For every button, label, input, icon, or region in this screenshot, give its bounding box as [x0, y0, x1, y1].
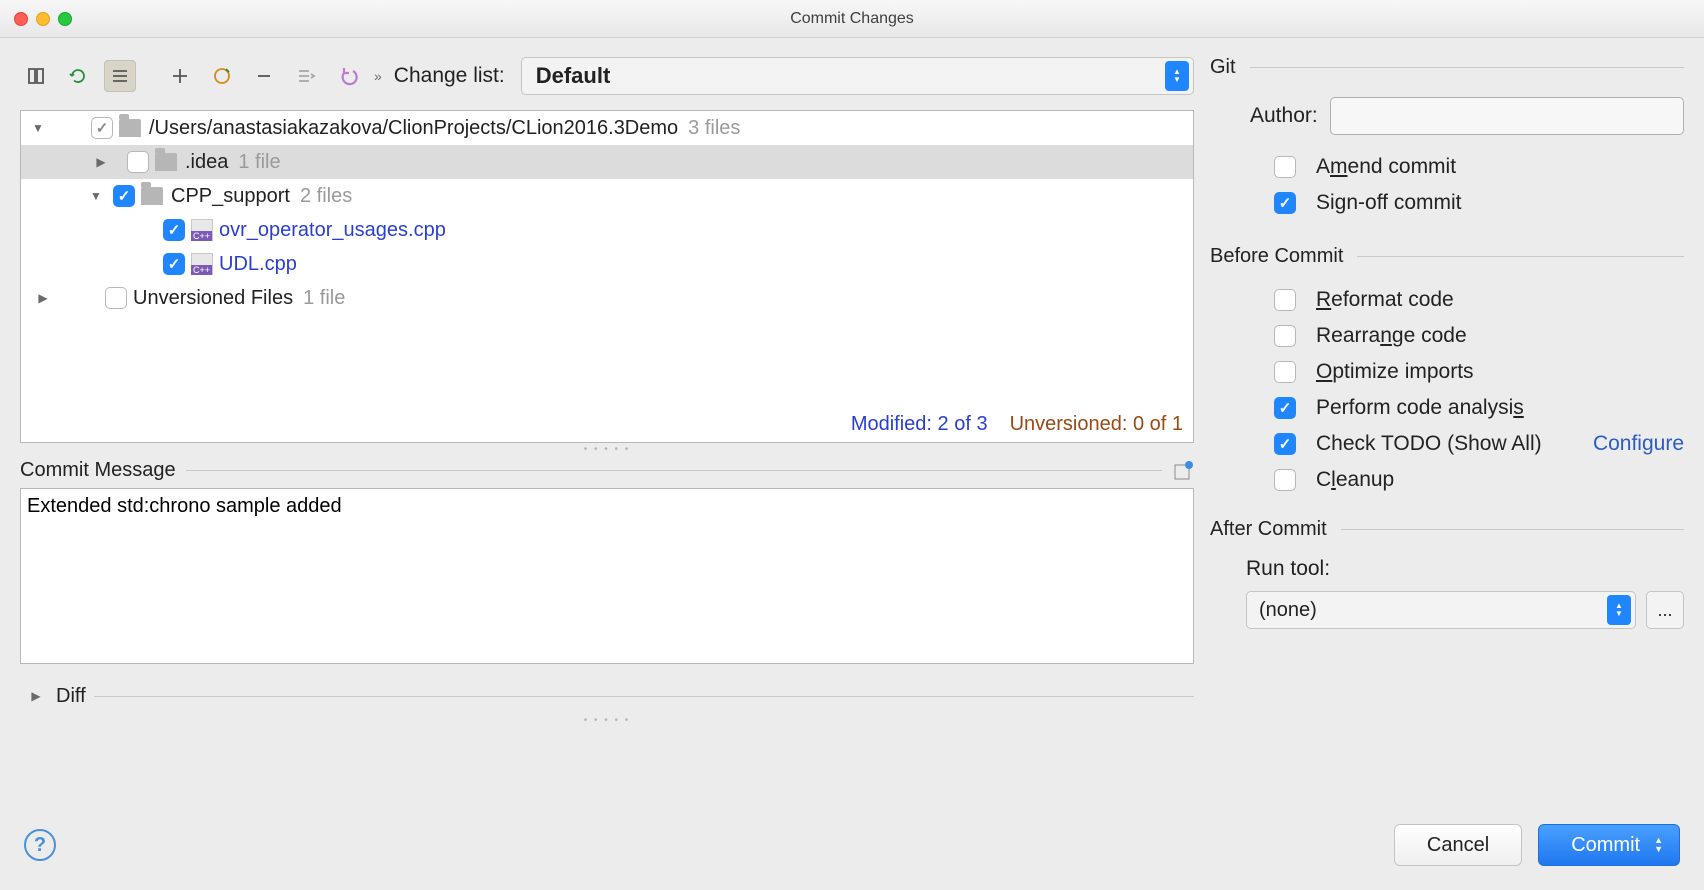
checkbox-signoff[interactable]: [1274, 192, 1296, 214]
window-title: Commit Changes: [0, 10, 1704, 28]
expand-toggle[interactable]: [27, 280, 63, 316]
stepper-icon: [1607, 595, 1631, 625]
signoff-commit-label: Sign-off commit: [1316, 191, 1462, 215]
titlebar: Commit Changes: [0, 0, 1704, 38]
folder-icon: [119, 119, 141, 137]
show-diff-icon[interactable]: [20, 60, 52, 92]
run-tool-value: (none): [1259, 599, 1317, 622]
checkbox-amend[interactable]: [1274, 156, 1296, 178]
git-section-title: Git: [1210, 56, 1236, 79]
rearrange-label: Rearrange code: [1316, 324, 1467, 348]
root-path: /Users/anastasiakazakova/ClionProjects/C…: [149, 117, 678, 140]
optimize-label: Optimize imports: [1316, 360, 1474, 384]
checkbox-unversioned[interactable]: [105, 287, 127, 309]
help-icon[interactable]: ?: [24, 829, 56, 861]
cpp-file-icon: [191, 219, 213, 241]
checkbox-idea[interactable]: [127, 151, 149, 173]
commit-button[interactable]: Commit: [1538, 824, 1680, 866]
commit-message-input[interactable]: [20, 488, 1194, 664]
commit-message-label: Commit Message: [20, 459, 176, 482]
configure-todo-link[interactable]: Configure: [1593, 432, 1684, 456]
cpp-count: 2 files: [300, 185, 352, 208]
unversioned-files[interactable]: Unversioned Files: [133, 287, 293, 310]
amend-commit-label: Amend commit: [1316, 155, 1456, 179]
history-icon[interactable]: [1172, 460, 1194, 482]
todo-label: Check TODO (Show All): [1316, 432, 1542, 456]
status-modified: Modified: 2 of 3: [851, 413, 988, 436]
checkbox-cpp-support[interactable]: [113, 185, 135, 207]
refresh-icon[interactable]: [62, 60, 94, 92]
splitter-grip[interactable]: • • • • •: [20, 443, 1194, 455]
changelist-label: Change list:: [394, 64, 505, 88]
splitter-grip[interactable]: • • • • •: [20, 714, 1194, 726]
checkbox-file2[interactable]: [163, 253, 185, 275]
expand-toggle[interactable]: [85, 144, 121, 180]
checkbox-rearrange[interactable]: [1274, 325, 1296, 347]
chevron-updown-icon: [1654, 836, 1663, 854]
run-tool-select[interactable]: (none): [1246, 591, 1636, 629]
expand-toggle[interactable]: [85, 185, 107, 207]
run-tool-label: Run tool:: [1246, 557, 1330, 580]
new-changelist-icon[interactable]: [206, 60, 238, 92]
checkbox-todo[interactable]: [1274, 433, 1296, 455]
add-icon[interactable]: [164, 60, 196, 92]
after-commit-title: After Commit: [1210, 518, 1327, 541]
status-unversioned: Unversioned: 0 of 1: [1010, 413, 1183, 436]
move-to-changelist-icon[interactable]: [290, 60, 322, 92]
checkbox-cleanup[interactable]: [1274, 469, 1296, 491]
run-tool-more-button[interactable]: ...: [1646, 591, 1684, 629]
reformat-label: Reformat code: [1316, 288, 1454, 312]
diff-expand-toggle[interactable]: [20, 678, 56, 714]
before-commit-title: Before Commit: [1210, 245, 1343, 268]
changelist-value: Default: [536, 63, 611, 89]
folder-icon: [141, 187, 163, 205]
changelist-select[interactable]: Default: [521, 57, 1194, 95]
author-input[interactable]: [1330, 97, 1684, 135]
remove-icon[interactable]: [248, 60, 280, 92]
checkbox-optimize[interactable]: [1274, 361, 1296, 383]
stepper-icon: [1165, 61, 1189, 91]
cleanup-label: Cleanup: [1316, 468, 1394, 492]
cpp-file-icon: [191, 253, 213, 275]
file-ovr-operator[interactable]: ovr_operator_usages.cpp: [219, 219, 446, 242]
analysis-label: Perform code analysis: [1316, 396, 1524, 420]
idea-folder[interactable]: .idea: [185, 151, 228, 174]
diff-label: Diff: [56, 685, 86, 708]
checkbox-reformat[interactable]: [1274, 289, 1296, 311]
idea-count: 1 file: [238, 151, 280, 174]
unversioned-count: 1 file: [303, 287, 345, 310]
revert-icon[interactable]: [332, 60, 364, 92]
checkbox-file1[interactable]: [163, 219, 185, 241]
cpp-support-folder[interactable]: CPP_support: [171, 185, 290, 208]
checkbox-root[interactable]: [91, 117, 113, 139]
file-udl[interactable]: UDL.cpp: [219, 253, 297, 276]
expand-toggle[interactable]: [27, 117, 49, 139]
toolbar-more-icon[interactable]: »: [374, 68, 382, 84]
changes-tree: /Users/anastasiakazakova/ClionProjects/C…: [20, 110, 1194, 443]
group-by-directory-icon[interactable]: [104, 60, 136, 92]
root-count: 3 files: [688, 117, 740, 140]
checkbox-analysis[interactable]: [1274, 397, 1296, 419]
author-label: Author:: [1250, 104, 1318, 128]
cancel-button[interactable]: Cancel: [1394, 824, 1522, 866]
commit-toolbar: » Change list: Default: [20, 56, 1194, 96]
folder-icon: [155, 153, 177, 171]
